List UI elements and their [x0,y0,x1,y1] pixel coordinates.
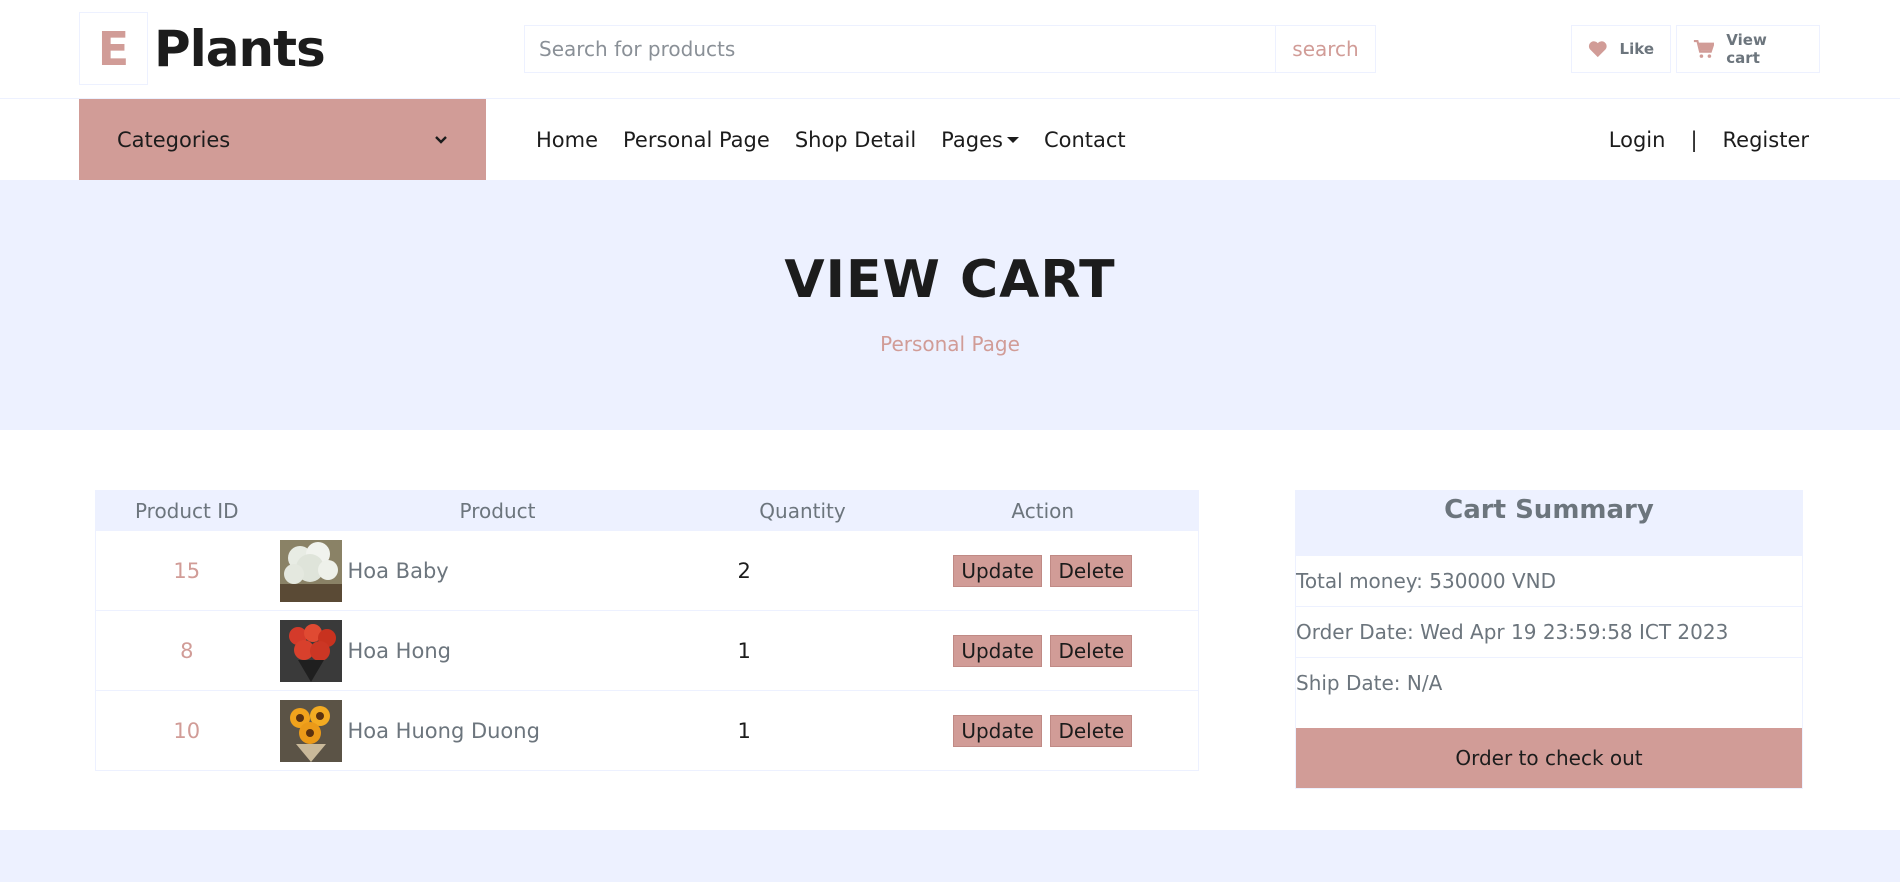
nav-pages-label: Pages [941,127,1003,152]
register-link[interactable]: Register [1723,128,1809,152]
red-rose-bouquet-photo [279,619,342,682]
search-button[interactable]: search [1275,26,1375,72]
header-quantity: Quantity [759,498,846,523]
product-id: 15 [173,558,201,583]
logo-letter: E [79,12,148,85]
categories-toggle[interactable]: Categories [79,99,486,180]
footer [0,830,1900,882]
table-row: 15 Hoa Baby 2 Update Delete [95,530,1199,611]
product-info: Hoa Hong [279,619,718,682]
product-name: Hoa Huong Duong [347,718,540,743]
product-info: Hoa Baby [279,539,718,602]
header-product-id: Product ID [134,498,239,523]
view-cart-button[interactable]: View cart [1676,25,1820,73]
login-link[interactable]: Login [1609,128,1666,152]
delete-button[interactable]: Delete [1050,634,1133,667]
action-cell: Update Delete [888,531,1199,611]
cart-table: Product ID Product Quantity Action 15 Ho… [95,490,1199,771]
header-product: Product [459,498,536,523]
nav-shop-detail[interactable]: Shop Detail [795,128,916,152]
table-row: 8 Hoa Hong 1 Update Delete [95,610,1199,691]
auth-links: Login | Register [1609,99,1809,180]
navigation-row: Categories Home Personal Page Shop Detai… [0,99,1900,180]
shopping-cart-icon [1693,39,1715,58]
product-quantity: 1 [737,718,751,743]
nav-home[interactable]: Home [536,128,598,152]
heart-icon [1588,41,1607,58]
nav-pages-dropdown[interactable]: Pages [941,128,1019,152]
auth-separator: | [1690,127,1698,152]
product-quantity: 1 [737,638,751,663]
cart-summary-title: Cart Summary [1296,491,1802,555]
page-header: VIEW CART Personal Page [0,180,1900,430]
ship-date: Ship Date: N/A [1296,657,1802,708]
header-action: Action [1011,498,1075,523]
table-row: 10 Hoa Huong Duong 1 Update Delete [95,690,1199,771]
view-cart-label: View cart [1726,31,1767,67]
top-bar: E Plants search Like View cart [0,0,1900,99]
chevron-down-icon [435,135,447,144]
product-cell: Hoa Huong Duong [278,691,718,771]
logo[interactable]: E Plants [79,12,326,85]
product-info: Hoa Huong Duong [279,699,718,762]
action-cell: Update Delete [888,691,1199,771]
logo-name: Plants [154,19,326,78]
product-id: 8 [180,638,194,663]
checkout-button[interactable]: Order to check out [1296,728,1802,788]
update-button[interactable]: Update [953,554,1042,587]
sunflower-bouquet-photo [279,699,342,762]
update-button[interactable]: Update [953,634,1042,667]
page-title: VIEW CART [784,250,1116,310]
product-name: Hoa Hong [347,638,451,663]
nav-personal-page[interactable]: Personal Page [623,128,770,152]
caret-down-icon [1006,136,1019,143]
categories-label: Categories [117,127,231,152]
product-name: Hoa Baby [347,558,449,583]
action-cell: Update Delete [888,611,1199,691]
delete-button[interactable]: Delete [1050,554,1133,587]
nav-contact[interactable]: Contact [1044,128,1126,152]
cart-summary: Cart Summary Total money: 530000 VND Ord… [1295,490,1803,789]
search-input[interactable] [525,26,1275,72]
like-label: Like [1619,40,1654,58]
product-id: 10 [173,718,201,743]
product-cell: Hoa Baby [278,531,718,611]
total-money: Total money: 530000 VND [1296,555,1802,606]
like-button[interactable]: Like [1571,25,1671,73]
product-cell: Hoa Hong [278,611,718,691]
search-bar: search [524,25,1376,73]
delete-button[interactable]: Delete [1050,714,1133,747]
order-date: Order Date: Wed Apr 19 23:59:58 ICT 2023 [1296,606,1802,657]
table-header-row: Product ID Product Quantity Action [95,490,1199,531]
update-button[interactable]: Update [953,714,1042,747]
babys-breath-flower-photo [279,539,342,602]
product-quantity: 2 [737,558,751,583]
main-nav: Home Personal Page Shop Detail Pages Con… [536,99,1151,180]
breadcrumb[interactable]: Personal Page [0,332,1900,356]
